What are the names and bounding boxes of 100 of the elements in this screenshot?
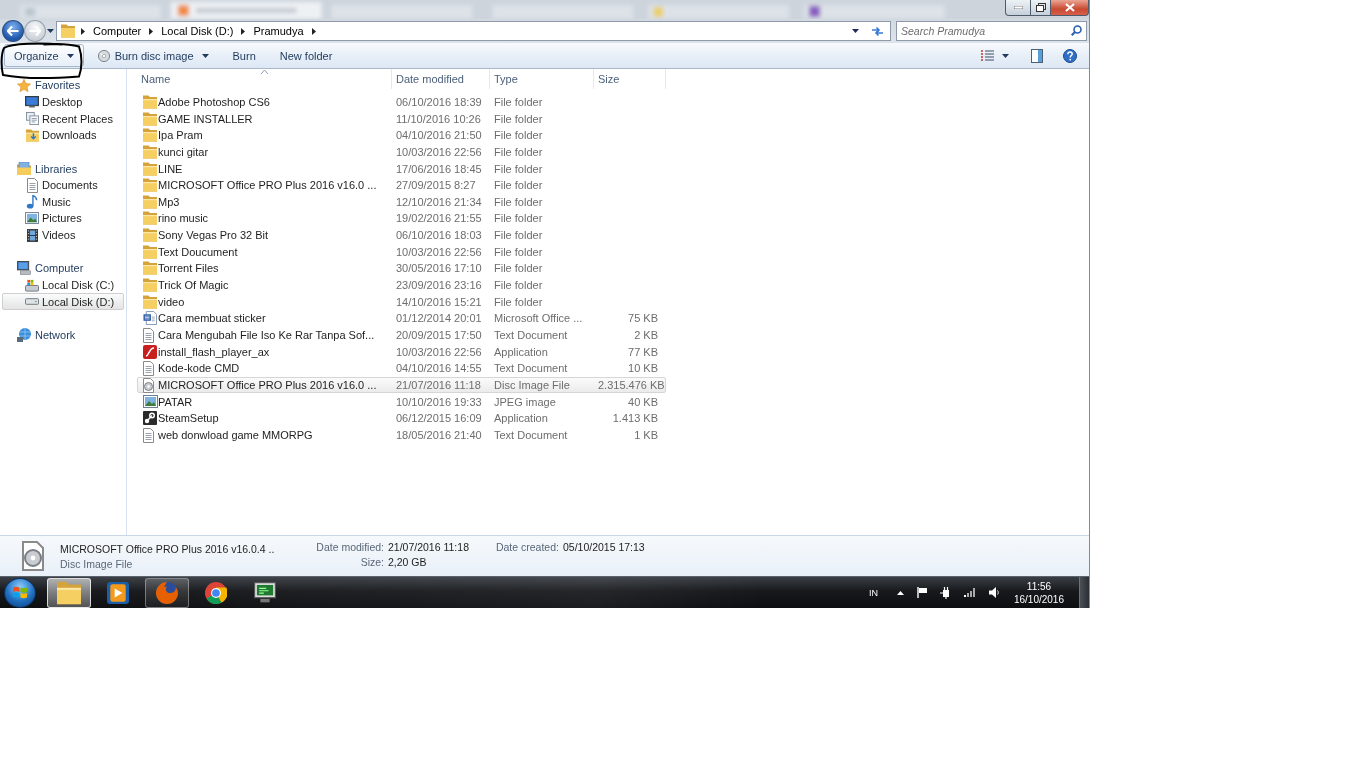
file-row[interactable]: rino music 19/02/2016 21:55 File folder: [137, 210, 666, 227]
file-row[interactable]: GAME INSTALLER 11/10/2016 10:26 File folder: [137, 110, 666, 127]
nav-item[interactable]: Computer: [2, 260, 124, 277]
search-field[interactable]: Search Pramudya: [896, 21, 1087, 41]
language-indicator[interactable]: IN: [868, 587, 878, 598]
file-type: Application: [493, 412, 549, 425]
clock[interactable]: 11:56 16/10/2016: [1007, 579, 1070, 606]
file-row[interactable]: PATAR 10/10/2016 19:33 JPEG image 40 KB: [137, 393, 666, 410]
minimize-icon: [1013, 6, 1023, 9]
globe-icon: [156, 581, 178, 604]
file-row[interactable]: Cara Mengubah File Iso Ke Rar Tanpa Sof... 20/09/2015 17:50 Text Document 2 KB: [137, 326, 666, 344]
nav-item[interactable]: Desktop: [2, 93, 124, 111]
close-button[interactable]: [1051, 0, 1089, 16]
nav-item[interactable]: Downloads: [2, 126, 124, 144]
column-header[interactable]: Date modified: [392, 69, 490, 89]
file-name: Adobe Photoshop CS6: [158, 96, 271, 108]
nav-item[interactable]: Favorites: [2, 77, 124, 94]
file-type: File folder: [493, 279, 544, 292]
file-row[interactable]: SteamSetup 06/12/2015 16:09 Application 1.413 KB: [137, 409, 666, 427]
file-row[interactable]: MICROSOFT Office PRO Plus 2016 v16.0 ... 21/07/2016 11:18 Disc Image File 2.315.476 KB: [137, 376, 666, 394]
column-header[interactable]: Type: [490, 69, 594, 89]
date-modified: 04/10/2016 21:50: [395, 129, 483, 142]
file-row[interactable]: web donwload game MMORPG 18/05/2016 21:40 Text Document 1 KB: [137, 426, 666, 444]
arrow-left-icon: [7, 26, 19, 36]
breadcrumb-segment[interactable]: Local Disk (D:): [159, 25, 236, 37]
file-row[interactable]: Text Doucument 10/03/2016 22:56 File folder: [137, 243, 666, 261]
text-file-icon: [143, 360, 154, 376]
file-row[interactable]: Trick Of Magic 23/09/2016 23:16 File folder: [137, 276, 666, 294]
nav-item[interactable]: Videos: [2, 226, 124, 244]
nav-item[interactable]: Recent Places: [2, 110, 124, 127]
chevron-right-icon[interactable]: [241, 27, 246, 35]
chevron-right-icon[interactable]: [80, 27, 85, 35]
file-row[interactable]: LINE 17/06/2016 18:45 File folder: [137, 160, 666, 177]
folder-icon: [143, 194, 157, 209]
file-row[interactable]: MICROSOFT Office PRO Plus 2016 v16.0 ... 27/09/2015 8:27 File folder: [137, 176, 666, 194]
refresh-icon[interactable]: [871, 25, 884, 37]
back-button[interactable]: [2, 20, 24, 42]
restore-icon: [1035, 3, 1046, 12]
file-type: File folder: [493, 145, 544, 158]
start-button[interactable]: [4, 577, 36, 608]
file-row[interactable]: Torrent Files 30/05/2016 17:10 File folder: [137, 260, 666, 277]
drive-icon: [25, 298, 39, 306]
nav-item[interactable]: Local Disk (D:): [2, 293, 124, 310]
taskbar-button[interactable]: [47, 577, 91, 608]
file-row[interactable]: Ipa Pram 04/10/2016 21:50 File folder: [137, 126, 666, 144]
help-icon[interactable]: [1063, 48, 1077, 63]
folder-icon: [143, 278, 157, 293]
file-size: 1 KB: [633, 429, 659, 441]
signal-bars-icon[interactable]: [963, 588, 976, 597]
column-header[interactable]: Size: [594, 69, 666, 89]
caret-down-icon[interactable]: [1002, 53, 1009, 58]
file-row[interactable]: Kode-kode CMD 04/10/2016 14:55 Text Document 10 KB: [137, 359, 666, 377]
folder-icon: [143, 144, 157, 159]
toolbar-button[interactable]: Burn disc image: [87, 44, 219, 67]
minimize-button[interactable]: [1005, 0, 1031, 16]
speaker-icon[interactable]: [988, 587, 999, 598]
list-view-icon[interactable]: [981, 50, 994, 61]
file-row[interactable]: kunci gitar 10/03/2016 22:56 File folder: [137, 143, 666, 161]
preview-pane-icon[interactable]: [1031, 48, 1043, 63]
file-type: Text Document: [493, 362, 569, 375]
nav-item[interactable]: Pictures: [2, 210, 124, 227]
file-name: Kode-kode CMD: [158, 362, 241, 375]
search-icon[interactable]: [1071, 25, 1082, 36]
film-strip-icon: [26, 228, 38, 242]
show-desktop-button[interactable]: [1079, 577, 1089, 608]
file-row[interactable]: Mp3 12/10/2016 21:34 File folder: [137, 193, 666, 211]
flag-icon[interactable]: [916, 587, 927, 598]
nav-item[interactable]: Documents: [2, 176, 124, 194]
power-plug-icon[interactable]: [939, 586, 951, 599]
date-modified: 30/05/2016 17:10: [395, 262, 483, 275]
caret-up-icon[interactable]: [896, 590, 904, 595]
nav-item[interactable]: Network: [2, 326, 124, 344]
file-name: Mp3: [158, 195, 181, 208]
file-type: File folder: [493, 112, 544, 125]
toolbar-button[interactable]: Burn: [222, 44, 266, 67]
file-row[interactable]: install_flash_player_ax 10/03/2016 22:56 Application 77 KB: [137, 343, 666, 360]
document-icon: [143, 311, 157, 326]
file-row[interactable]: video 14/10/2016 15:21 File folder: [137, 293, 666, 310]
nav-item[interactable]: Music: [2, 193, 124, 211]
chevron-right-icon[interactable]: [149, 27, 154, 35]
caret-down-icon[interactable]: [852, 29, 859, 33]
file-row[interactable]: Cara membuat sticker 01/12/2014 20:01 Microsoft Office ... 75 KB: [137, 310, 666, 327]
file-row[interactable]: Adobe Photoshop CS6 06/10/2016 18:39 File folder: [137, 93, 666, 111]
nav-item[interactable]: Local Disk (C:): [2, 276, 124, 294]
restore-button[interactable]: [1031, 0, 1051, 16]
folder-icon: [143, 294, 157, 309]
address-bar[interactable]: Computer Local Disk (D:) Pramudya: [55, 21, 891, 41]
chevron-right-icon[interactable]: [311, 27, 316, 35]
file-type: Text Document: [493, 329, 569, 342]
file-size: 2 KB: [633, 329, 659, 342]
nav-item[interactable]: Libraries: [2, 160, 124, 177]
date-modified: 06/10/2016 18:03: [395, 229, 483, 242]
date-modified: 21/07/2016 11:18: [395, 379, 482, 392]
breadcrumb-segment[interactable]: Pramudya: [251, 25, 306, 37]
toolbar-button[interactable]: New folder: [269, 44, 343, 67]
breadcrumb-segment[interactable]: Computer: [90, 25, 144, 37]
file-name: MICROSOFT Office PRO Plus 2016 v16.0 ...: [158, 179, 378, 192]
column-header[interactable]: Name: [137, 69, 392, 89]
file-type: Microsoft Office ...: [493, 312, 584, 325]
file-row[interactable]: Sony Vegas Pro 32 Bit 06/10/2016 18:03 File folder: [137, 226, 666, 244]
